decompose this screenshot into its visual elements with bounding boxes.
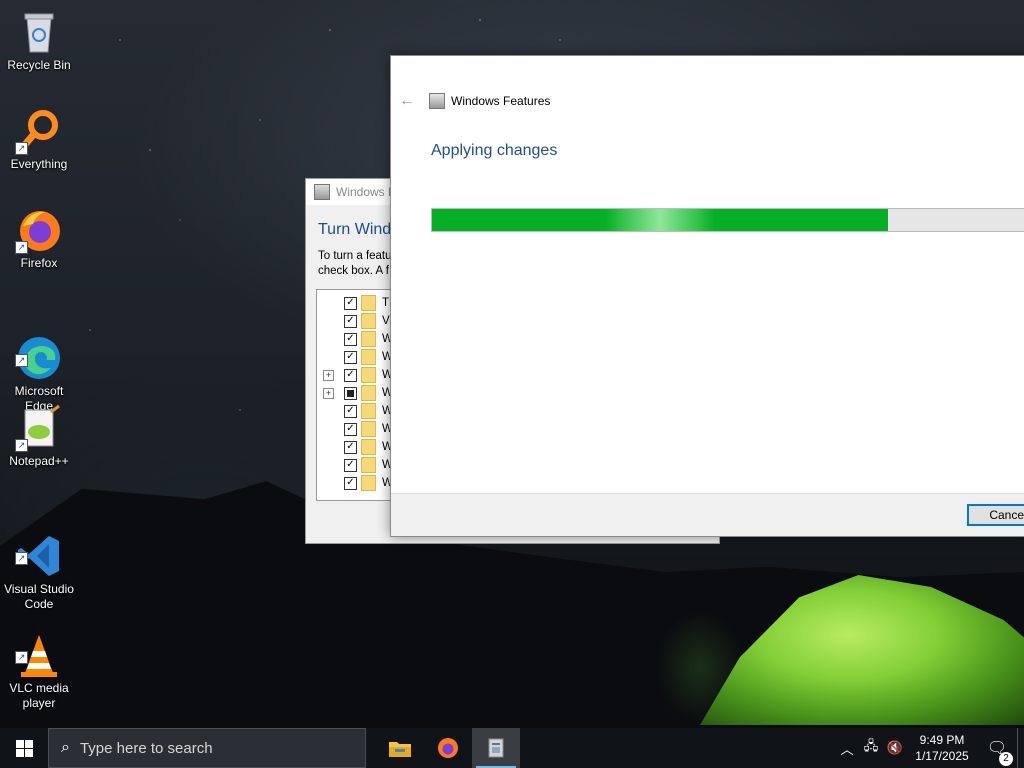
taskbar-firefox[interactable]	[424, 728, 472, 768]
progress-bar	[431, 208, 1024, 232]
desktop-icon-label: Firefox	[20, 256, 58, 270]
search-placeholder: Type here to search	[79, 739, 213, 757]
checkbox-checked[interactable]: ✓	[344, 368, 357, 382]
windows-features-progress-dialog[interactable]: ← Windows Features Applying changes Canc…	[390, 55, 1024, 537]
checkbox-checked[interactable]: ✓	[344, 296, 357, 310]
folder-icon	[361, 385, 376, 401]
show-desktop-button[interactable]	[1017, 728, 1024, 768]
taskbar-windows-features[interactable]	[472, 728, 520, 768]
shortcut-arrow-icon: ↗	[15, 552, 28, 565]
folder-icon	[361, 295, 376, 311]
desktop-icon-firefox[interactable]: ↗ Firefox	[4, 202, 74, 271]
desktop-icon-vlc[interactable]: ↗ VLC media player	[4, 597, 74, 726]
checkbox-checked[interactable]: ✓	[344, 458, 357, 472]
clock-time: 9:49 PM	[919, 733, 965, 747]
start-button[interactable]	[0, 728, 48, 768]
windows-features-icon	[314, 184, 330, 200]
desktop-icon-recycle-bin[interactable]: Recycle Bin	[4, 4, 74, 73]
folder-icon	[361, 421, 376, 437]
windows-features-icon	[488, 738, 504, 758]
notification-badge: 2	[999, 752, 1013, 766]
desktop-icon-label: VLC media player	[9, 681, 69, 710]
desktop-icon-label: Everything	[10, 157, 68, 171]
checkbox-checked[interactable]: ✓	[344, 332, 357, 346]
notification-center-button[interactable]: 🗨 2	[977, 738, 1017, 766]
folder-icon	[361, 403, 376, 419]
window-title: Windows F	[336, 185, 396, 199]
search-icon: ⌕	[61, 739, 70, 756]
notepadpp-icon: ↗	[15, 404, 63, 452]
folder-icon	[361, 439, 376, 455]
desktop-icon-label: Recycle Bin	[7, 58, 71, 72]
desktop-icon-everything[interactable]: ↗ Everything	[4, 103, 74, 172]
taskbar: ⌕ Type here to search ︿ 🖧 🔇 9:49 PM 1/17…	[0, 728, 1024, 768]
expand-icon[interactable]: +	[323, 369, 334, 381]
folder-icon	[361, 457, 376, 473]
dialog-footer: Cancel	[391, 493, 1024, 536]
folder-icon	[361, 349, 376, 365]
checkbox-checked[interactable]: ✓	[344, 314, 357, 328]
network-icon[interactable]: 🖧	[859, 737, 883, 759]
checkbox-checked[interactable]: ✓	[344, 422, 357, 436]
vlc-icon: ↗	[15, 616, 63, 677]
status-text: Applying changes	[431, 142, 558, 159]
shortcut-arrow-icon: ↗	[15, 354, 28, 367]
folder-icon	[361, 367, 376, 383]
desktop-icon-notepadpp[interactable]: ↗ Notepad++	[4, 400, 74, 469]
shortcut-arrow-icon: ↗	[15, 241, 28, 254]
expand-icon[interactable]: +	[323, 387, 334, 399]
firefox-icon	[438, 738, 458, 758]
shortcut-arrow-icon: ↗	[15, 142, 28, 155]
windows-logo-icon	[15, 739, 33, 757]
checkbox-checked[interactable]: ✓	[344, 440, 357, 454]
volume-muted-icon[interactable]: 🔇	[883, 740, 907, 756]
window-title: Windows Features	[451, 94, 551, 108]
checkbox-checked[interactable]: ✓	[344, 350, 357, 364]
everything-search-icon: ↗	[15, 107, 63, 155]
search-box[interactable]: ⌕ Type here to search	[48, 728, 366, 768]
folder-icon	[361, 313, 376, 329]
checkbox-partial[interactable]	[344, 386, 357, 400]
dialog-header: ← Windows Features	[391, 90, 550, 112]
cancel-button[interactable]: Cancel	[967, 504, 1024, 526]
shortcut-arrow-icon: ↗	[15, 651, 28, 664]
windows-features-icon	[429, 93, 445, 109]
recycle-bin-icon	[15, 8, 63, 56]
chevron-up-icon[interactable]: ︿	[835, 739, 859, 758]
taskbar-file-explorer[interactable]	[376, 728, 424, 768]
checkbox-checked[interactable]: ✓	[344, 404, 357, 418]
back-arrow-icon[interactable]: ←	[399, 92, 419, 110]
file-explorer-icon	[389, 742, 411, 757]
checkbox-checked[interactable]: ✓	[344, 476, 357, 490]
clock-date: 1/17/2025	[915, 749, 969, 763]
vscode-icon: ↗	[15, 517, 63, 576]
edge-icon: ↗	[15, 319, 63, 379]
clock[interactable]: 9:49 PM 1/17/2025	[907, 732, 977, 764]
firefox-icon: ↗	[15, 206, 63, 254]
folder-icon	[361, 475, 376, 491]
progress-fill	[432, 209, 888, 231]
desktop-icon-label: Notepad++	[9, 454, 69, 468]
system-tray: ︿ 🖧 🔇 9:49 PM 1/17/2025 🗨 2	[835, 728, 1024, 768]
shortcut-arrow-icon: ↗	[15, 439, 28, 452]
folder-icon	[361, 331, 376, 347]
